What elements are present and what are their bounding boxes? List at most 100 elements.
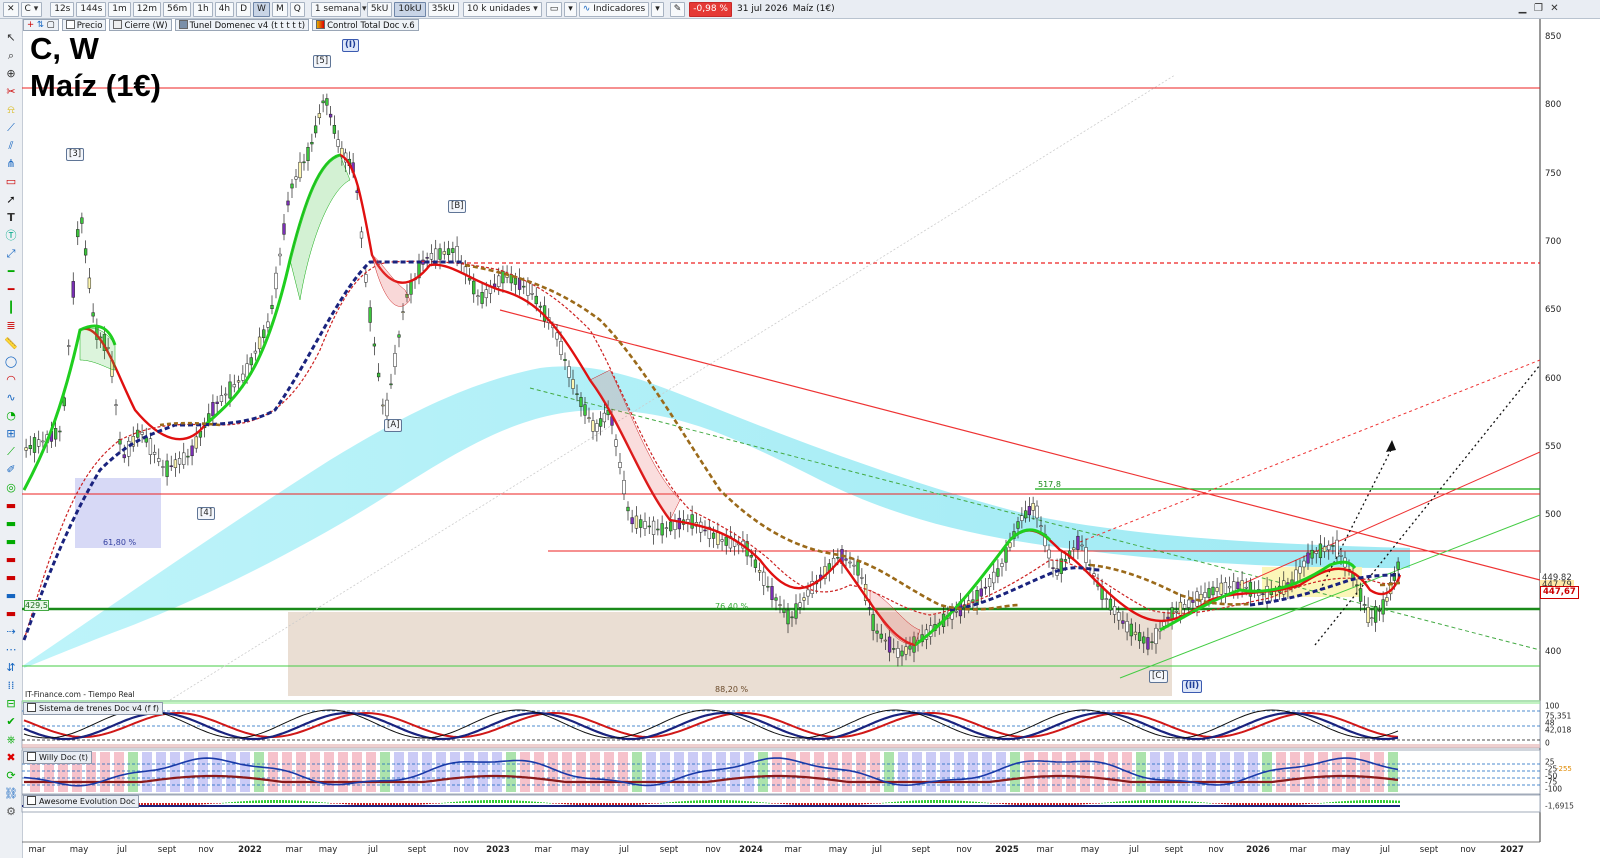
awesome-bar — [777, 803, 779, 804]
x-tick-label: may — [1080, 845, 1100, 855]
candle-body — [1302, 560, 1306, 568]
trenes-pane[interactable] — [21, 700, 1541, 749]
awesome-bar — [501, 800, 503, 803]
candle-body — [639, 519, 643, 528]
candle-body — [397, 334, 401, 338]
candle-body — [1154, 627, 1158, 645]
candle-body — [24, 447, 28, 451]
willy-bar — [660, 752, 670, 792]
wave-label-C[interactable]: [C] — [1149, 670, 1168, 683]
fib-764-label: 76,40 % — [715, 602, 749, 611]
willy-bar — [366, 752, 376, 792]
wave-label-II[interactable]: (II) — [1182, 680, 1203, 693]
candle-body — [1385, 597, 1389, 602]
candle-body — [215, 401, 219, 404]
awesome-bar — [735, 800, 737, 803]
x-tick-label: 2024 — [739, 845, 763, 855]
pane-label-awesome[interactable]: Awesome Evolution Doc — [23, 795, 140, 808]
candle-body — [1294, 569, 1298, 583]
x-tick-label: sept — [911, 845, 931, 855]
awesome-bar — [780, 803, 782, 804]
awesome-bar — [228, 802, 230, 803]
candle-body — [364, 274, 368, 283]
awesome-bar — [996, 803, 998, 804]
pane-toggle-icon[interactable] — [27, 752, 36, 761]
x-tick-label: sept — [407, 845, 427, 855]
awesome-bar — [297, 800, 299, 803]
wave-label-B[interactable]: [B] — [448, 200, 467, 213]
candle-body — [421, 259, 425, 265]
wave-label-I[interactable]: (I) — [342, 39, 359, 52]
candle-body — [484, 289, 488, 299]
wave-label-4[interactable]: [4] — [197, 507, 216, 520]
candle-body — [879, 633, 883, 639]
awesome-bar — [795, 803, 797, 805]
awesome-bar — [498, 800, 500, 803]
candle-body — [232, 384, 236, 388]
pane-label-willy[interactable]: Willy Doc (t) — [23, 751, 93, 764]
candle-body — [656, 528, 660, 531]
candle-body — [80, 217, 84, 224]
candle-body — [152, 451, 157, 455]
x-tick-label: may — [828, 845, 848, 855]
awesome-bar — [855, 803, 857, 805]
awesome-bar — [1122, 801, 1124, 803]
pane-toggle-icon[interactable] — [27, 796, 36, 805]
awesome-bar — [243, 801, 245, 803]
willy-bar — [618, 752, 628, 792]
awesome-bar — [921, 800, 923, 803]
willy-bar — [492, 752, 502, 792]
candle-body — [228, 381, 232, 399]
candle-body — [249, 357, 253, 366]
willy-bar — [968, 752, 978, 792]
price-chart[interactable] — [0, 0, 1600, 858]
awesome-bar — [489, 800, 491, 803]
awesome-bar — [264, 800, 266, 803]
candle-body — [1244, 586, 1248, 589]
awesome-bar — [705, 800, 707, 803]
awesome-bar — [354, 803, 356, 805]
y-tick-label: 750 — [1545, 168, 1562, 179]
awesome-bar — [633, 803, 635, 806]
wave-label-3[interactable]: [3] — [66, 148, 85, 161]
awesome-bar — [1173, 800, 1175, 803]
awesome-bar — [693, 800, 695, 803]
awesome-bar — [327, 802, 329, 804]
candle-body — [983, 586, 988, 589]
willy-bar — [1038, 752, 1048, 792]
wave-label-5[interactable]: [5] — [313, 55, 332, 68]
candle-body — [583, 404, 587, 416]
awesome-bar — [435, 803, 437, 804]
x-tick-label: jul — [1128, 845, 1140, 855]
candle-body — [1084, 547, 1088, 563]
awesome-bar — [1206, 802, 1208, 804]
candle-body — [1339, 555, 1343, 557]
candle-body — [76, 229, 80, 238]
awesome-bar — [747, 801, 749, 803]
awesome-bar — [972, 801, 974, 803]
candle-body — [336, 139, 340, 147]
awesome-bar — [738, 800, 740, 803]
awesome-bar — [312, 801, 314, 803]
awesome-bar — [1092, 803, 1094, 804]
awesome-bar — [453, 801, 455, 803]
awesome-bar — [1125, 801, 1127, 803]
candle-body — [194, 436, 198, 449]
pane-toggle-icon[interactable] — [27, 703, 36, 712]
awesome-bar — [1083, 803, 1085, 805]
awesome-bar — [699, 800, 701, 803]
awesome-bar — [933, 800, 935, 803]
awesome-bar — [861, 803, 863, 805]
awesome-bar — [1305, 803, 1307, 805]
candle-body — [472, 280, 476, 295]
awesome-bar — [471, 800, 473, 803]
awesome-bar — [1230, 803, 1232, 805]
pane-label-trenes[interactable]: Sistema de trenes Doc v4 (f f) — [23, 702, 163, 715]
candle-body — [538, 305, 543, 308]
x-tick-label: may — [69, 845, 89, 855]
candle-body — [389, 383, 393, 386]
awesome-bar — [267, 800, 269, 803]
willy-bar — [604, 752, 614, 792]
candle-body — [1355, 584, 1359, 586]
wave-label-A[interactable]: [A] — [384, 419, 403, 432]
